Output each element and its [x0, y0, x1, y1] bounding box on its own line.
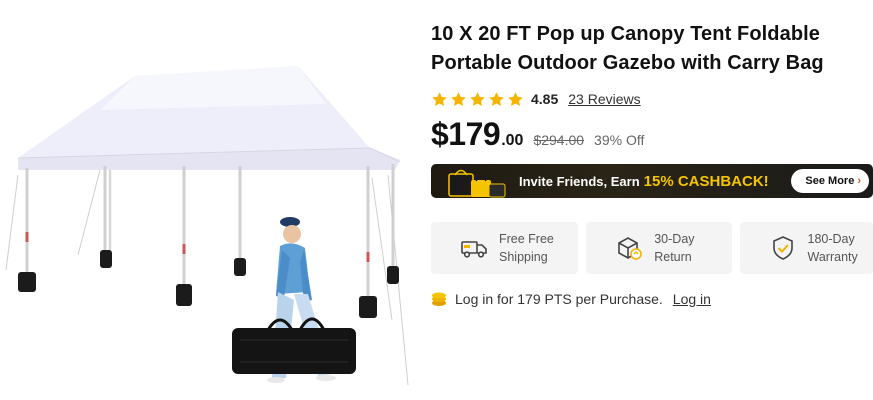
canopy-tent-illustration — [5, 66, 409, 386]
login-link[interactable]: Log in — [673, 291, 711, 307]
truck-icon — [461, 241, 487, 258]
feature-line2: Warranty — [807, 250, 858, 264]
points-text: Log in for 179 PTS per Purchase. — [455, 291, 663, 307]
feature-line1: Free Free — [499, 232, 554, 246]
banner-text: Invite Friends, Earn — [519, 173, 640, 189]
feature-line2: Shipping — [499, 250, 548, 264]
reviews-link[interactable]: 23 Reviews — [568, 91, 640, 107]
product-image[interactable] — [0, 0, 420, 400]
feature-30-day-return: 30-Day Return — [586, 222, 732, 274]
points-row: Log in for 179 PTS per Purchase. Log in — [431, 288, 711, 310]
feature-line1: 30-Day — [654, 232, 695, 246]
star-icon — [470, 91, 485, 106]
return-box-icon — [618, 237, 643, 260]
feature-line1: 180-Day — [807, 232, 855, 246]
star-icon — [451, 91, 466, 106]
see-more-label: See More — [805, 175, 855, 187]
feature-180-day-warranty: 180-Day Warranty — [739, 222, 873, 274]
star-rating — [431, 91, 524, 108]
shield-check-icon — [772, 236, 793, 260]
product-info-panel: 10 X 20 FT Pop up Canopy Tent Foldable P… — [431, 0, 873, 400]
coin-stack-icon — [432, 292, 446, 306]
current-price-cents: .00 — [501, 132, 524, 149]
chevron-right-icon: › — [857, 175, 861, 187]
rating-row: 4.85 23 Reviews — [431, 88, 641, 110]
star-icon — [508, 91, 523, 106]
shopping-bags-icon — [448, 169, 506, 198]
star-icon — [432, 91, 447, 106]
see-more-button[interactable]: See More › — [791, 169, 869, 193]
service-features: Free Free Shipping 30-Day Return 180-Day… — [431, 222, 873, 274]
feature-line2: Return — [654, 250, 692, 264]
discount-label: 39% Off — [594, 132, 645, 148]
banner-cashback-highlight: 15% CASHBACK! — [643, 172, 769, 190]
rating-value: 4.85 — [531, 91, 559, 107]
cashback-promo-banner[interactable]: Invite Friends, Earn 15% CASHBACK! See M… — [431, 164, 873, 198]
product-title: 10 X 20 FT Pop up Canopy Tent Foldable P… — [431, 23, 824, 74]
feature-free-shipping: Free Free Shipping — [431, 222, 579, 274]
price-row: $179 .00 $294.00 39% Off — [431, 116, 644, 156]
current-price: $179 — [431, 116, 501, 152]
star-icon — [489, 91, 504, 106]
original-price: $294.00 — [533, 132, 585, 148]
